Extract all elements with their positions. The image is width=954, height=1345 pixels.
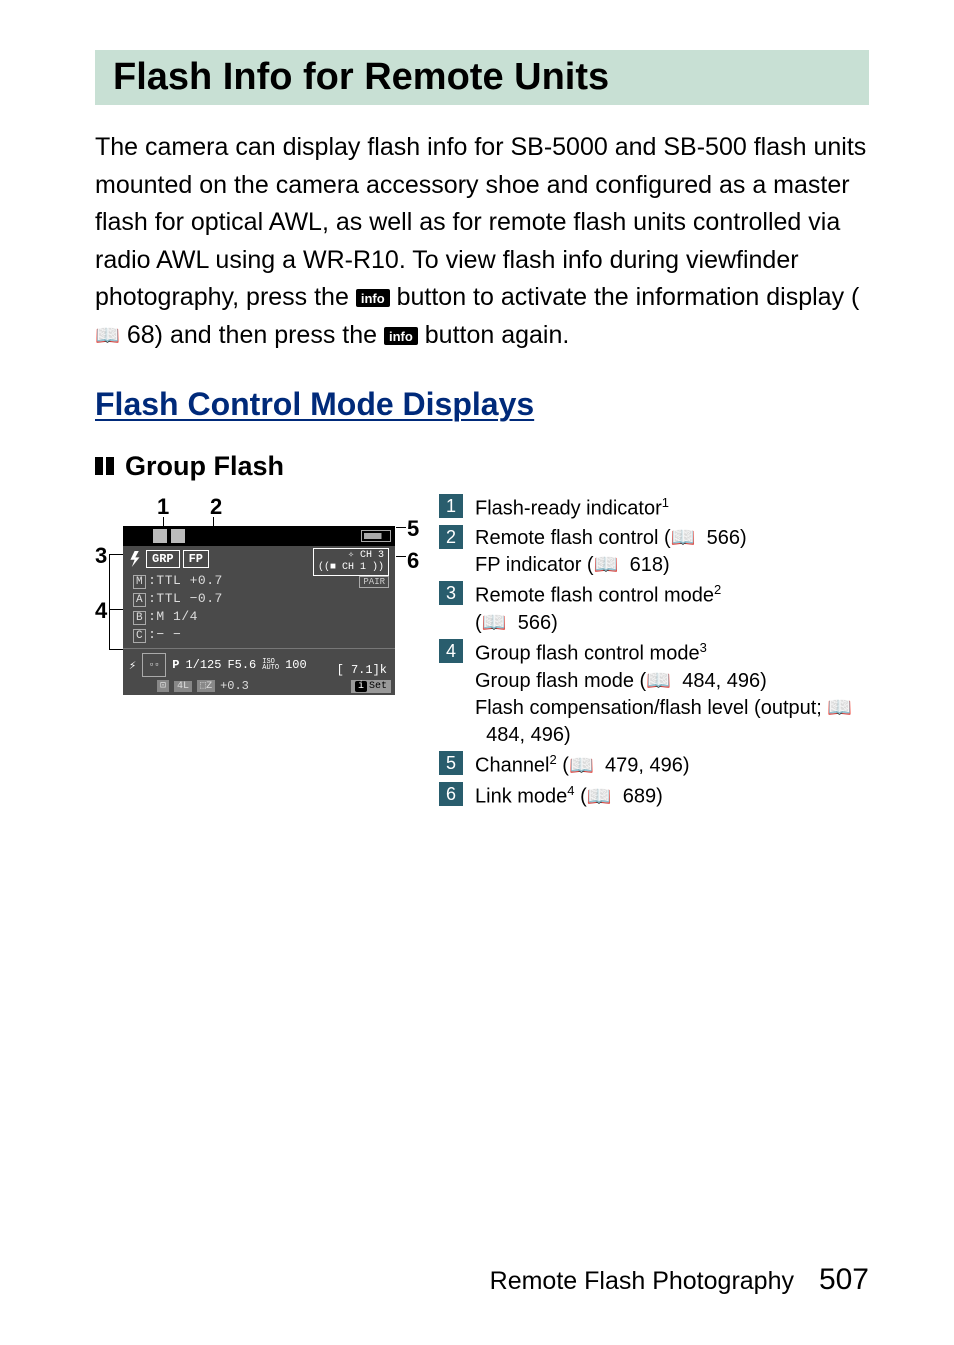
- pair-label: PAIR: [359, 576, 389, 588]
- legend-text: Group flash control mode3Group flash mod…: [475, 639, 869, 749]
- callout-4: 4: [95, 598, 107, 624]
- i-icon: i: [355, 681, 367, 692]
- group-m-val: :TTL +0.7: [148, 573, 223, 588]
- meter-icon: ⊡: [157, 680, 169, 692]
- legend-number-badge: 4: [439, 639, 463, 663]
- lcd-top-icons: [153, 529, 185, 543]
- intro-text-3: ) and then press the: [155, 321, 384, 349]
- channel-1: ✧ CH 3: [318, 550, 384, 562]
- legend-text: Flash-ready indicator1: [475, 494, 869, 523]
- legend-line: Group flash control mode3: [475, 639, 869, 668]
- channel-box: ✧ CH 3 ((■ CH 1 )): [313, 548, 389, 576]
- legend-line: FP indicator (📖 618): [475, 552, 869, 579]
- group-b-line: B:M 1/4: [129, 608, 389, 626]
- legend-text: Remote flash control mode2(📖 566): [475, 581, 869, 637]
- callout-5: 5: [407, 516, 419, 542]
- shots-remaining: [ 7.1]k: [337, 663, 387, 677]
- group-c-box: C: [133, 629, 146, 643]
- callout-3: 3: [95, 543, 107, 569]
- group-a-box: A: [133, 593, 146, 607]
- af-area-icon: ▫▫: [142, 653, 166, 677]
- legend-text: Link mode4 (📖 689): [475, 782, 869, 811]
- info-button-icon-2: info: [384, 327, 418, 345]
- legend-text: Remote flash control (📖 566)FP indicator…: [475, 525, 869, 579]
- legend-row: 4 Group flash control mode3Group flash mo…: [439, 639, 869, 749]
- ev-comp: +0.3: [220, 679, 249, 693]
- mode-p: P: [172, 658, 179, 672]
- info-button-icon: info: [356, 289, 390, 307]
- aperture: F5.6: [227, 658, 256, 672]
- page-number: 507: [819, 1263, 869, 1296]
- legend-row: 5 Channel2 (📖 479, 496): [439, 751, 869, 780]
- callout-6: 6: [407, 548, 419, 574]
- group-c-val: :− −: [148, 627, 181, 642]
- group-m-box: M: [133, 575, 146, 589]
- page-footer: Remote Flash Photography 507: [490, 1263, 869, 1297]
- footer-chapter: Remote Flash Photography: [490, 1267, 794, 1295]
- wb-icon: ⬚Z: [197, 680, 215, 692]
- group-flash-heading: Group Flash: [95, 451, 869, 482]
- group-a-line: A:TTL −0.7: [129, 590, 389, 608]
- legend-line: Channel2 (📖 479, 496): [475, 751, 869, 780]
- diagram-area: 1 2 3 4 5 6 GRP FP: [95, 494, 869, 813]
- section-title-box: Flash Info for Remote Units: [95, 50, 869, 105]
- fp-label: FP: [183, 550, 209, 568]
- flash-ready-icon: [153, 529, 167, 543]
- group-a-val: :TTL −0.7: [148, 591, 223, 606]
- square-bullet-icon: [95, 451, 117, 482]
- set-button-label: i Set: [351, 680, 391, 693]
- shutter-speed: 1/125: [185, 658, 221, 672]
- legend-number-badge: 1: [439, 494, 463, 518]
- group-flash-label: Group Flash: [125, 451, 284, 481]
- legend-line: Remote flash control (📖 566): [475, 525, 869, 552]
- lcd-bottom-section: ⚡ ▫▫ P 1/125 F5.6 ISOAUTO 100 ⊡ 4L ⬚Z +0.…: [123, 648, 395, 695]
- legend-row: 6 Link mode4 (📖 689): [439, 782, 869, 811]
- callout-line: [396, 527, 406, 528]
- legend-line: Group flash mode (📖 484, 496): [475, 668, 869, 695]
- legend-number-badge: 5: [439, 751, 463, 775]
- page-ref-icon: 📖: [95, 321, 120, 351]
- legend-number-badge: 6: [439, 782, 463, 806]
- legend-line: Remote flash control mode2: [475, 581, 869, 610]
- legend-text: Channel2 (📖 479, 496): [475, 751, 869, 780]
- lcd-mid-section: GRP FP ✧ CH 3 ((■ CH 1 )) PAIR M:TTL +0.…: [123, 546, 395, 648]
- legend-line: Flash compensation/flash level (output; …: [475, 695, 869, 749]
- legend-list: 1 Flash-ready indicator1 2 Remote flash con…: [439, 494, 869, 813]
- group-c-line: C:− −: [129, 626, 389, 644]
- callout-line: [109, 554, 110, 649]
- channel-2: ((■ CH 1 )): [318, 562, 384, 574]
- battery-icon: [361, 530, 391, 542]
- intro-text-4: button again.: [418, 321, 570, 349]
- legend-number-badge: 3: [439, 581, 463, 605]
- bolt-small-icon: ⚡: [129, 658, 136, 673]
- legend-line: (📖 566): [475, 610, 869, 637]
- intro-page-ref: 68: [127, 321, 155, 349]
- legend-row: 3 Remote flash control mode2(📖 566): [439, 581, 869, 637]
- pv-icon: 4L: [174, 681, 192, 692]
- legend-line: Flash-ready indicator1: [475, 494, 869, 523]
- iso-auto-label: ISOAUTO: [262, 659, 279, 672]
- section-title: Flash Info for Remote Units: [113, 56, 863, 99]
- iso-value: 100: [285, 658, 307, 672]
- grp-label: GRP: [146, 550, 180, 568]
- set-text: Set: [369, 681, 387, 692]
- legend-row: 1 Flash-ready indicator1: [439, 494, 869, 523]
- intro-text-2: button to activate the information displ…: [390, 283, 860, 311]
- group-b-val: :M 1/4: [148, 609, 198, 624]
- legend-row: 2 Remote flash control (📖 566)FP indicato…: [439, 525, 869, 579]
- callout-2: 2: [210, 494, 222, 520]
- subsection-title: Flash Control Mode Displays: [95, 386, 869, 423]
- callout-line: [396, 556, 406, 557]
- legend-number-badge: 2: [439, 525, 463, 549]
- status-icon: [171, 529, 185, 543]
- lcd-screen: GRP FP ✧ CH 3 ((■ CH 1 )) PAIR M:TTL +0.…: [123, 526, 395, 695]
- group-b-box: B: [133, 611, 146, 625]
- flash-bolt-icon: [129, 551, 143, 567]
- lcd-top-bar: [123, 526, 395, 546]
- legend-line: Link mode4 (📖 689): [475, 782, 869, 811]
- intro-paragraph: The camera can display flash info for SB…: [95, 129, 869, 354]
